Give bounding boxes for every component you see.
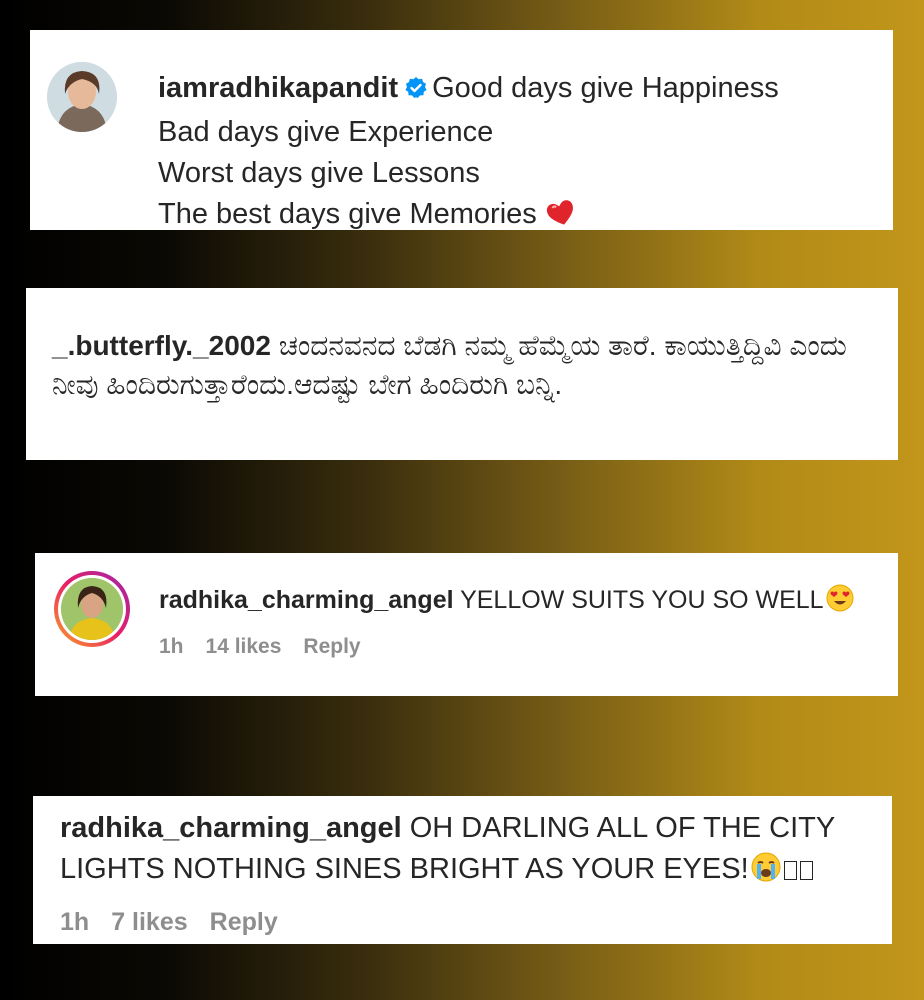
reply-button[interactable]: Reply — [303, 635, 360, 658]
heart-eyes-emoji-icon — [826, 584, 854, 622]
avatar[interactable] — [54, 571, 130, 647]
username[interactable]: iamradhikapandit — [158, 72, 398, 104]
comment-text: YELLOW SUITS YOU SO WELL — [460, 586, 824, 614]
comment-card-4: radhika_charming_angel OH DARLING ALL OF… — [33, 796, 892, 944]
comment-line: Good days give Happiness — [432, 72, 779, 104]
comment-meta: 1h 7 likes Reply — [60, 908, 300, 937]
comment-body: _.butterfly._2002 ಚಂದನವನದ ಬೆಡಗಿ ನಮ್ಮ ಹೆಮ… — [52, 326, 888, 404]
comment-body: radhika_charming_angel YELLOW SUITS YOU … — [159, 582, 854, 622]
verified-badge-icon — [404, 71, 428, 112]
comment-card-2: _.butterfly._2002 ಚಂದನವನದ ಬೆಡಗಿ ನಮ್ಮ ಹೆಮ… — [26, 288, 898, 460]
crying-face-emoji-icon — [751, 852, 781, 894]
comment-body: radhika_charming_angel OH DARLING ALL OF… — [60, 808, 880, 894]
likes-count[interactable]: 7 likes — [111, 908, 187, 936]
likes-count[interactable]: 14 likes — [206, 635, 282, 658]
username[interactable]: radhika_charming_angel — [159, 586, 454, 614]
timestamp: 1h — [60, 908, 90, 936]
comment-line: Bad days give Experience — [158, 116, 494, 148]
comment-line: The best days give Memories — [158, 198, 537, 230]
timestamp: 1h — [159, 635, 184, 658]
comment-body: iamradhikapandit Good days give Happiness… — [158, 68, 779, 239]
reply-button[interactable]: Reply — [210, 908, 278, 936]
comment-meta: 1h 14 likes Reply — [159, 635, 383, 659]
heart-icon — [545, 198, 577, 239]
comment-line: Worst days give Lessons — [158, 157, 480, 189]
username[interactable]: radhika_charming_angel — [60, 812, 402, 844]
avatar[interactable] — [47, 62, 117, 132]
username[interactable]: _.butterfly._2002 — [52, 330, 271, 361]
comment-card-1: iamradhikapandit Good days give Happiness… — [30, 30, 893, 230]
missing-glyph-icon — [783, 861, 797, 880]
missing-glyph-icon — [799, 861, 813, 880]
comment-card-3: radhika_charming_angel YELLOW SUITS YOU … — [35, 553, 898, 696]
